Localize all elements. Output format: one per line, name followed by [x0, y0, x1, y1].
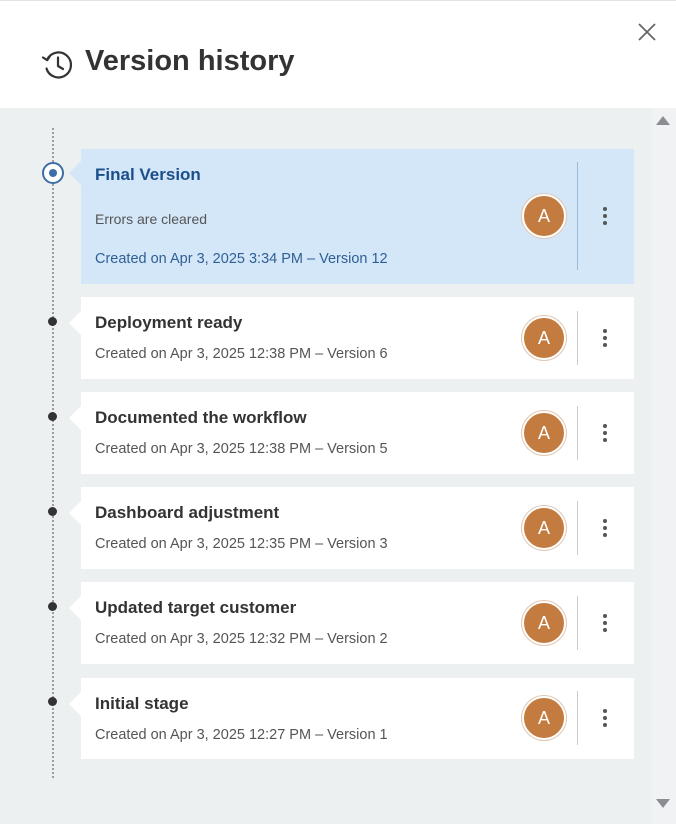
card-divider: [577, 162, 578, 270]
version-title: Final Version: [95, 165, 201, 184]
version-title: Initial stage: [95, 694, 189, 713]
version-meta: Created on Apr 3, 2025 12:27 PM – Versio…: [95, 727, 388, 743]
timeline-node-icon: [48, 412, 57, 421]
version-meta: Created on Apr 3, 2025 12:35 PM – Versio…: [95, 536, 388, 552]
timeline-node-icon: [48, 602, 57, 611]
avatar[interactable]: A: [522, 696, 566, 740]
panel-header: Version history: [0, 1, 676, 108]
version-meta: Created on Apr 3, 2025 12:32 PM – Versio…: [95, 631, 388, 647]
version-card[interactable]: Documented the workflow Created on Apr 3…: [69, 392, 634, 474]
more-options-icon[interactable]: [597, 421, 613, 445]
card-divider: [577, 596, 578, 650]
more-options-icon[interactable]: [597, 706, 613, 730]
version-meta: Created on Apr 3, 2025 12:38 PM – Versio…: [95, 441, 388, 457]
version-timeline[interactable]: Final Version Errors are cleared Created…: [0, 108, 652, 824]
more-options-icon[interactable]: [597, 326, 613, 350]
version-card-current[interactable]: Final Version Errors are cleared Created…: [69, 149, 634, 284]
vertical-scrollbar[interactable]: [652, 108, 676, 824]
version-card[interactable]: Dashboard adjustment Created on Apr 3, 2…: [69, 487, 634, 569]
card-divider: [577, 311, 578, 365]
page-title: Version history: [85, 45, 295, 77]
avatar[interactable]: A: [522, 601, 566, 645]
history-clock-icon: [41, 51, 73, 79]
version-card[interactable]: Updated target customer Created on Apr 3…: [69, 582, 634, 664]
version-card[interactable]: Initial stage Created on Apr 3, 2025 12:…: [69, 678, 634, 759]
card-divider: [577, 501, 578, 555]
more-options-icon[interactable]: [597, 204, 613, 228]
more-options-icon[interactable]: [597, 611, 613, 635]
close-icon[interactable]: [634, 19, 660, 45]
scroll-down-icon[interactable]: [656, 799, 670, 808]
version-card[interactable]: Deployment ready Created on Apr 3, 2025 …: [69, 297, 634, 379]
timeline-node-icon: [48, 317, 57, 326]
avatar[interactable]: A: [522, 194, 566, 238]
avatar[interactable]: A: [522, 316, 566, 360]
version-title: Dashboard adjustment: [95, 503, 280, 522]
version-description: Errors are cleared: [95, 211, 208, 227]
version-title: Updated target customer: [95, 598, 297, 617]
version-title: Documented the workflow: [95, 408, 307, 427]
avatar[interactable]: A: [522, 506, 566, 550]
version-title: Deployment ready: [95, 313, 243, 332]
current-version-node-icon: [42, 162, 64, 184]
avatar[interactable]: A: [522, 411, 566, 455]
more-options-icon[interactable]: [597, 516, 613, 540]
timeline-line: [52, 128, 54, 778]
timeline-node-icon: [48, 697, 57, 706]
card-divider: [577, 406, 578, 460]
scroll-up-icon[interactable]: [656, 116, 670, 125]
card-divider: [577, 691, 578, 745]
version-meta: Created on Apr 3, 2025 12:38 PM – Versio…: [95, 346, 388, 362]
timeline-node-icon: [48, 507, 57, 516]
version-history-panel: Version history Final Version Errors are…: [0, 0, 676, 824]
version-meta: Created on Apr 3, 2025 3:34 PM – Version…: [95, 251, 388, 267]
